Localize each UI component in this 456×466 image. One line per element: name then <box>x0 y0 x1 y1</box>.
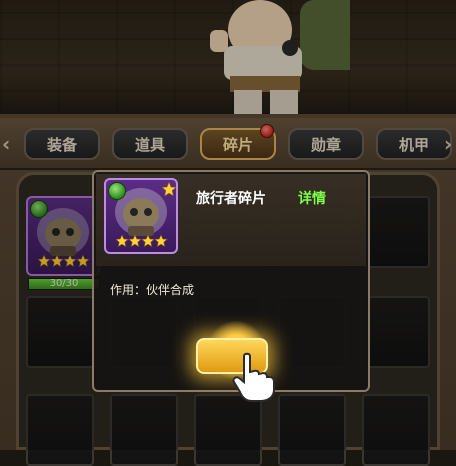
popup-fragment-card <box>104 178 178 254</box>
popup-item-title: 旅行者碎片 <box>196 191 266 207</box>
detail-link[interactable]: 详情 <box>298 188 326 208</box>
rarity-stars-icon <box>116 234 168 248</box>
fragment-star-badge-icon <box>162 182 176 196</box>
popup-item-description: 作用：伙伴合成 <box>110 283 195 297</box>
pointing-hand-icon <box>232 352 275 402</box>
element-badge-icon <box>108 182 126 200</box>
